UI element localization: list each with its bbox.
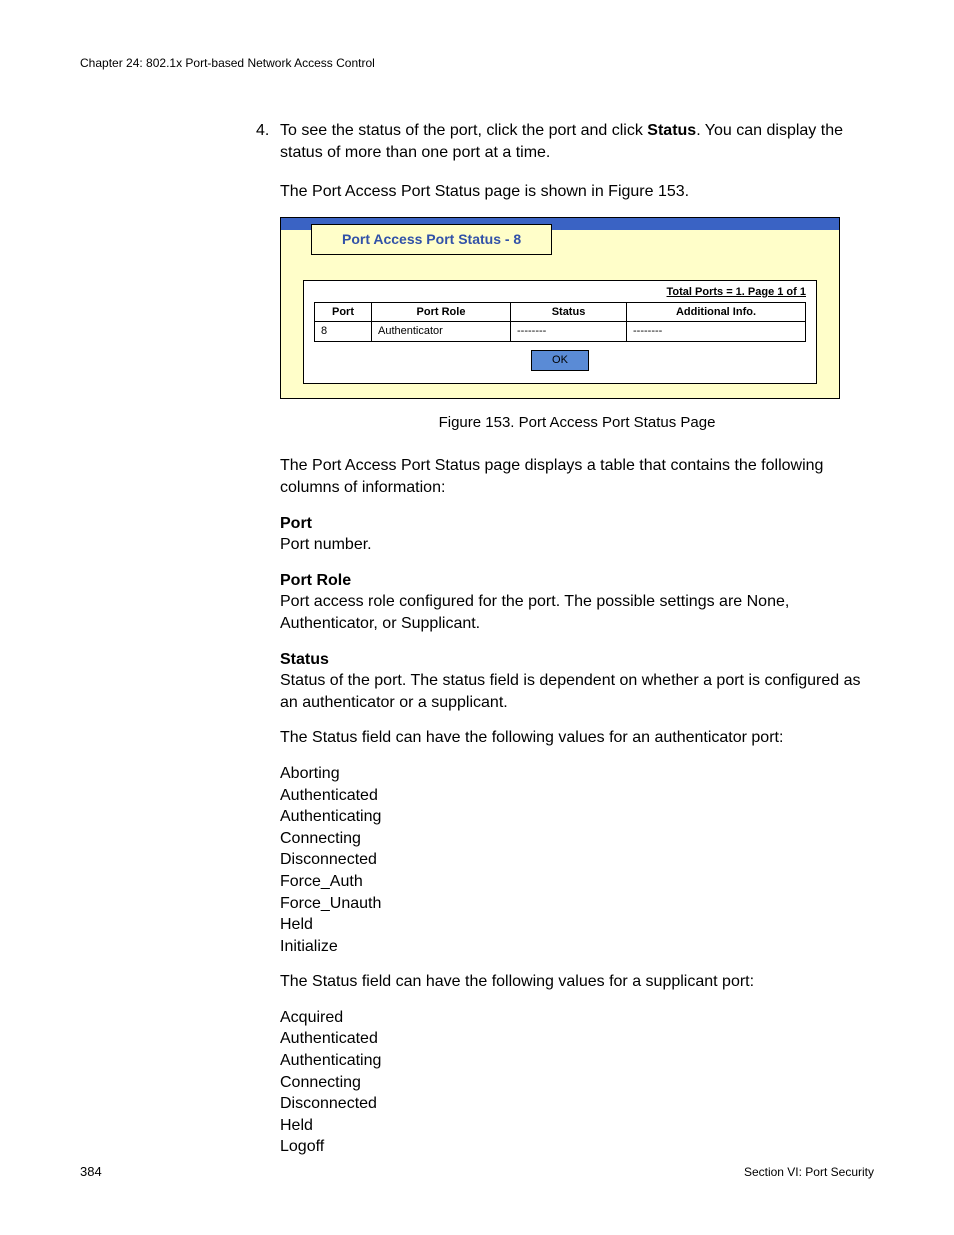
list-item: Disconnected: [280, 1093, 874, 1115]
figure-summary: Total Ports = 1. Page 1 of 1: [314, 285, 806, 300]
list-item: Held: [280, 1115, 874, 1137]
supp-value-list: Acquired Authenticated Authenticating Co…: [280, 1007, 874, 1158]
cell-info: --------: [627, 322, 806, 342]
port-status-table: Port Port Role Status Additional Info. 8…: [314, 302, 806, 343]
figure-title-wrap: Port Access Port Status - 8: [311, 230, 839, 260]
list-item: Force_Unauth: [280, 893, 874, 915]
list-item: Connecting: [280, 1072, 874, 1094]
cell-port: 8: [315, 322, 372, 342]
list-item: Aborting: [280, 763, 874, 785]
ok-button[interactable]: OK: [531, 350, 589, 371]
list-item: Authenticating: [280, 1050, 874, 1072]
list-item: Acquired: [280, 1007, 874, 1029]
def-status-label: Status: [280, 649, 874, 671]
cell-role: Authenticator: [372, 322, 511, 342]
document-page: Chapter 24: 802.1x Port-based Network Ac…: [0, 0, 954, 1235]
step-number: 4.: [256, 120, 269, 142]
list-item: Connecting: [280, 828, 874, 850]
figure-caption: Figure 153. Port Access Port Status Page: [280, 413, 874, 433]
list-item: Initialize: [280, 936, 874, 958]
table-header-row: Port Port Role Status Additional Info.: [315, 302, 806, 322]
list-item: Authenticated: [280, 1028, 874, 1050]
chapter-header: Chapter 24: 802.1x Port-based Network Ac…: [80, 56, 874, 70]
def-port-text: Port number.: [280, 534, 874, 556]
list-item: Held: [280, 914, 874, 936]
step-text-before: To see the status of the port, click the…: [280, 122, 647, 139]
cell-status: --------: [511, 322, 627, 342]
list-item: Logoff: [280, 1136, 874, 1158]
supp-intro: The Status field can have the following …: [280, 971, 874, 993]
lead-sentence: The Port Access Port Status page is show…: [280, 181, 874, 203]
def-port-label: Port: [280, 513, 874, 535]
list-item: Force_Auth: [280, 871, 874, 893]
figure-153: Port Access Port Status - 8 Total Ports …: [280, 217, 874, 434]
col-info: Additional Info.: [627, 302, 806, 322]
def-role-label: Port Role: [280, 570, 874, 592]
main-content: 4. To see the status of the port, click …: [280, 120, 874, 1158]
col-status: Status: [511, 302, 627, 322]
table-row: 8 Authenticator -------- --------: [315, 322, 806, 342]
section-footer: Section VI: Port Security: [744, 1165, 874, 1179]
step-text-bold: Status: [647, 122, 696, 139]
figure-outer-panel: Port Access Port Status - 8 Total Ports …: [280, 217, 840, 399]
list-item: Authenticating: [280, 806, 874, 828]
figure-inner-panel: Total Ports = 1. Page 1 of 1 Port Port R…: [303, 280, 817, 384]
table-intro: The Port Access Port Status page display…: [280, 455, 874, 498]
auth-intro: The Status field can have the following …: [280, 727, 874, 749]
def-role-text: Port access role configured for the port…: [280, 591, 874, 634]
list-item: Authenticated: [280, 785, 874, 807]
figure-title: Port Access Port Status - 8: [311, 224, 552, 255]
def-status-text: Status of the port. The status field is …: [280, 670, 874, 713]
page-number: 384: [80, 1164, 102, 1179]
col-role: Port Role: [372, 302, 511, 322]
step-4: 4. To see the status of the port, click …: [280, 120, 874, 163]
auth-value-list: Aborting Authenticated Authenticating Co…: [280, 763, 874, 957]
col-port: Port: [315, 302, 372, 322]
list-item: Disconnected: [280, 849, 874, 871]
ok-row: OK: [314, 350, 806, 371]
